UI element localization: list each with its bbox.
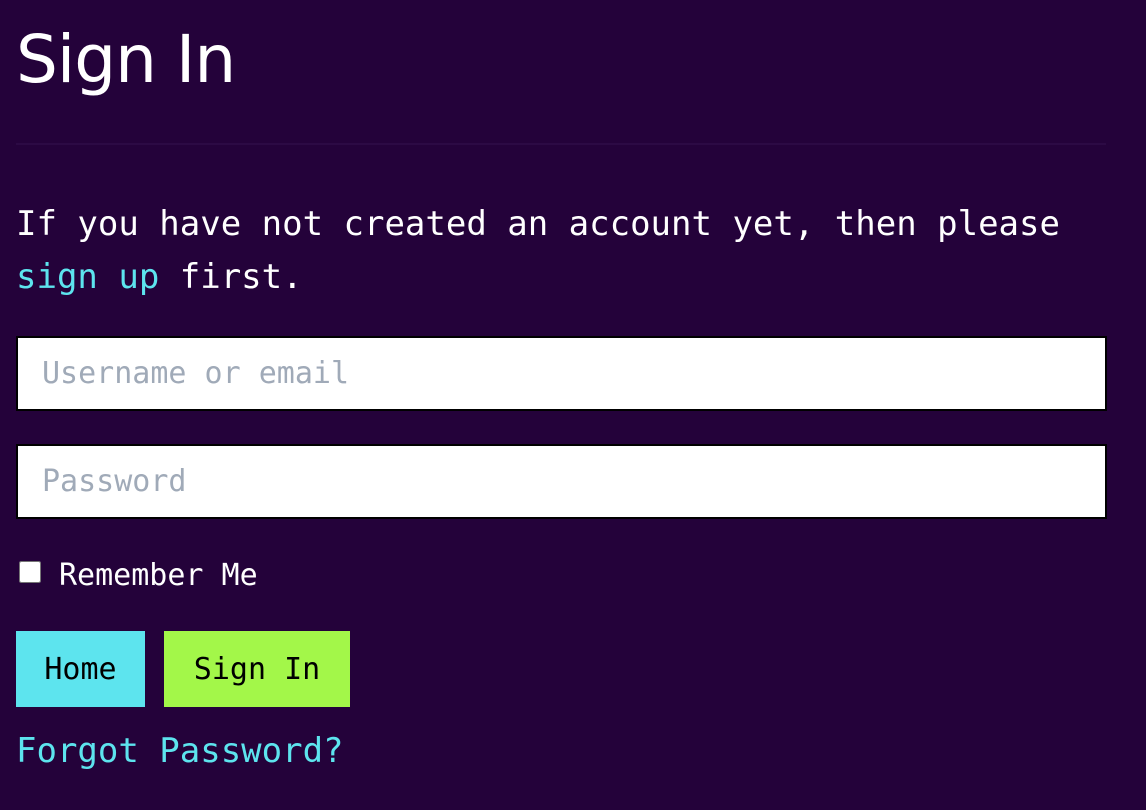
username-input[interactable] bbox=[16, 336, 1107, 411]
forgot-password-link[interactable]: Forgot Password? bbox=[16, 728, 344, 774]
home-button[interactable]: Home bbox=[16, 631, 145, 707]
intro-text-before: If you have not created an account yet, … bbox=[16, 204, 1060, 244]
remember-me-label: Remember Me bbox=[59, 558, 258, 593]
remember-me-checkbox[interactable] bbox=[19, 561, 41, 583]
intro-text: If you have not created an account yet, … bbox=[16, 198, 1116, 304]
sign-in-page: Sign In If you have not created an accou… bbox=[0, 0, 1146, 810]
title-divider bbox=[16, 143, 1106, 145]
intro-text-after: first. bbox=[159, 257, 303, 297]
sign-in-button[interactable]: Sign In bbox=[164, 631, 350, 707]
remember-me-row[interactable]: Remember Me bbox=[16, 558, 258, 594]
sign-up-link[interactable]: sign up bbox=[16, 257, 159, 297]
page-title: Sign In bbox=[16, 21, 236, 98]
password-input[interactable] bbox=[16, 444, 1107, 519]
